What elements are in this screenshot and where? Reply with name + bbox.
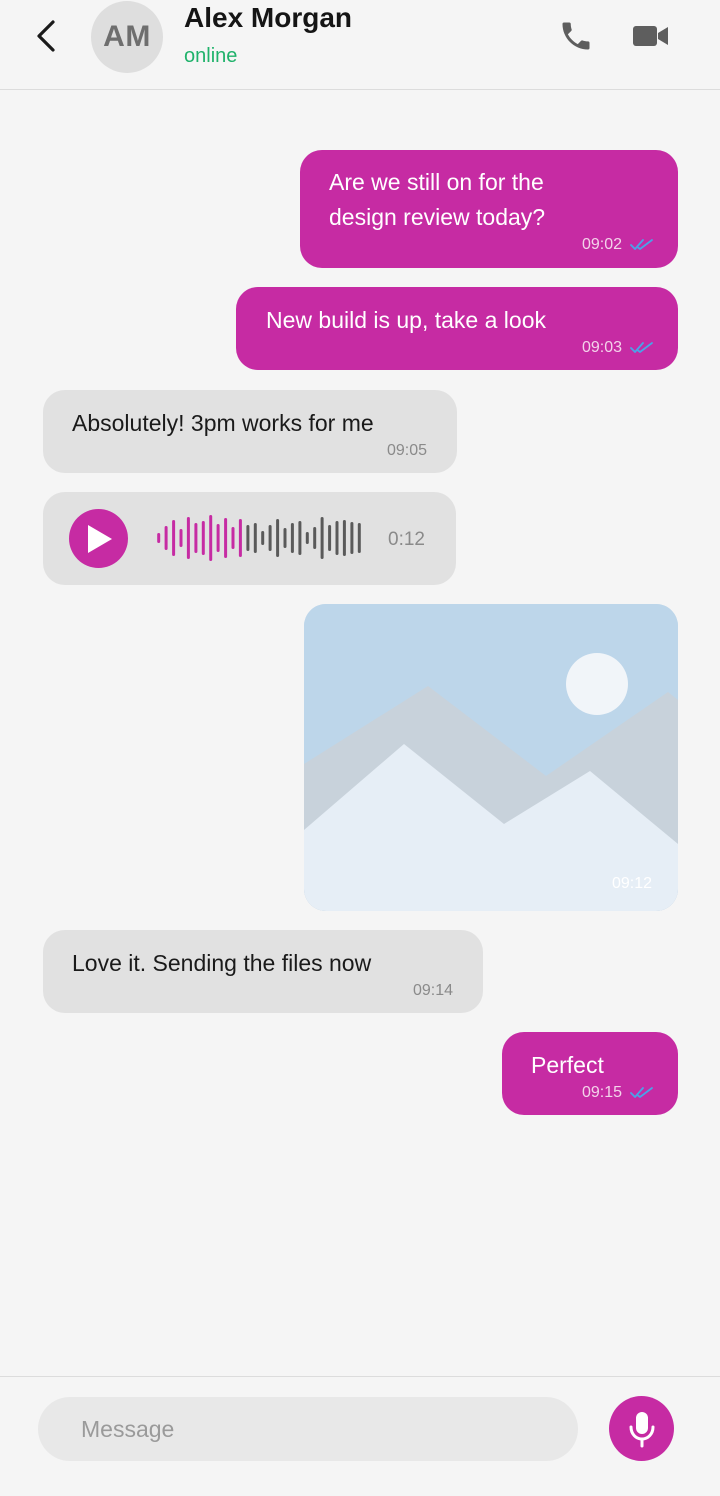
chat-screen: AM Alex Morgan online Are we still on fo… xyxy=(0,0,720,1496)
image-message[interactable]: 09:12 xyxy=(304,604,678,911)
waveform-bar xyxy=(201,521,205,555)
waveform-bar xyxy=(320,517,324,559)
waveform-bar xyxy=(342,520,346,556)
waveform-bar xyxy=(172,520,176,556)
play-button[interactable] xyxy=(69,509,128,568)
contact-name[interactable]: Alex Morgan xyxy=(184,2,352,34)
message-text: New build is up, take a look xyxy=(266,307,546,333)
back-button[interactable] xyxy=(24,12,68,60)
waveform-bar xyxy=(253,523,257,553)
read-receipt-icon xyxy=(630,342,653,353)
message-time: 09:03 xyxy=(582,339,623,356)
voice-record-button[interactable] xyxy=(609,1396,674,1461)
waveform-bar xyxy=(231,527,235,549)
chat-header: AM Alex Morgan online xyxy=(0,0,720,90)
read-receipt-icon xyxy=(630,1087,653,1098)
waveform-bar xyxy=(290,523,294,553)
video-camera-icon xyxy=(633,26,668,46)
waveform-bar xyxy=(224,518,228,558)
chevron-left-icon xyxy=(37,20,55,52)
waveform-bar xyxy=(209,515,213,561)
message-text: Perfect xyxy=(531,1052,604,1078)
waveform-bar xyxy=(328,525,332,551)
message-text: Love it. Sending the files now xyxy=(72,950,372,976)
waveform-bar xyxy=(186,517,190,559)
message-bubble-outgoing[interactable]: Are we still on for the design review to… xyxy=(300,150,678,268)
waveform-bar xyxy=(246,525,250,551)
message-bubble-incoming[interactable]: Absolutely! 3pm works for me 09:05 xyxy=(43,390,457,473)
contact-status: online xyxy=(184,45,238,67)
waveform-bar xyxy=(357,523,361,553)
message-time: 09:15 xyxy=(582,1084,623,1101)
waveform-bar xyxy=(216,524,220,552)
message-text: Absolutely! 3pm works for me xyxy=(72,410,374,436)
waveform-bar xyxy=(335,521,339,555)
message-text: Are we still on for the xyxy=(329,169,544,195)
voice-message: 0:12 xyxy=(43,492,456,585)
microphone-icon xyxy=(629,1411,654,1447)
image-placeholder-icon xyxy=(304,604,678,911)
waveform-bar xyxy=(283,528,287,548)
waveform-bar xyxy=(350,522,354,554)
message-time: 09:05 xyxy=(387,442,428,459)
waveform[interactable] xyxy=(155,512,363,564)
message-input[interactable] xyxy=(38,1397,578,1461)
message-bubble-outgoing[interactable]: Perfect 09:15 xyxy=(502,1032,678,1115)
waveform-bar xyxy=(238,519,242,557)
waveform-bar xyxy=(179,529,183,547)
message-text: design review today? xyxy=(329,204,546,230)
composer-bar xyxy=(0,1376,720,1496)
avatar[interactable]: AM xyxy=(91,1,163,73)
waveform-bar xyxy=(313,527,317,549)
message-bubble-outgoing[interactable]: New build is up, take a look 09:03 xyxy=(236,287,678,370)
message-time: 09:02 xyxy=(582,236,623,253)
call-button[interactable] xyxy=(554,16,598,56)
read-receipt-icon xyxy=(630,239,653,250)
message-bubble-incoming[interactable]: Love it. Sending the files now 09:14 xyxy=(43,930,483,1013)
waveform-bar xyxy=(276,519,280,557)
waveform-bar xyxy=(164,526,168,550)
waveform-bar xyxy=(268,525,272,551)
voice-duration: 0:12 xyxy=(388,529,425,550)
waveform-bar xyxy=(305,532,309,544)
waveform-bar xyxy=(194,523,198,553)
play-icon xyxy=(87,524,112,553)
phone-icon xyxy=(562,22,590,50)
waveform-bar xyxy=(157,533,161,543)
video-call-button[interactable] xyxy=(628,16,674,56)
waveform-bar xyxy=(261,531,265,545)
message-time: 09:14 xyxy=(413,982,454,999)
message-time: 09:12 xyxy=(611,875,652,892)
waveform-bar xyxy=(298,521,302,555)
